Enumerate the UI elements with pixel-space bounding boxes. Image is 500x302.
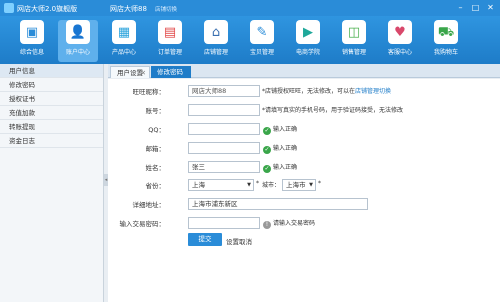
toolbar-label: 电商学院 bbox=[295, 49, 320, 56]
toolbar-label: 客服中心 bbox=[387, 49, 412, 56]
city-select[interactable]: 上海市 ▼ bbox=[282, 179, 316, 191]
sidebar-item-user-info[interactable]: 用户信息 bbox=[0, 64, 103, 78]
app-logo-icon bbox=[4, 3, 14, 13]
city-required-mark: * bbox=[318, 180, 321, 187]
toolbar-label: 综合信息 bbox=[19, 49, 44, 56]
minimize-button[interactable]: – bbox=[455, 2, 466, 13]
toolbar-label: 产品中心 bbox=[111, 49, 136, 56]
row-qq: QQ： ✓ 输入正确 bbox=[108, 123, 500, 135]
province-required-mark: * bbox=[256, 180, 259, 187]
row-wangwang: 旺旺昵称： 网店大师88 *店铺授权旺旺，无法修改，可以在店铺管理切换 bbox=[108, 85, 500, 97]
close-button[interactable]: ✕ bbox=[485, 2, 496, 13]
trade-password-label: 输入交易密码： bbox=[119, 220, 166, 228]
qq-valid-message: ✓ 输入正确 bbox=[263, 124, 297, 135]
toolbar-label: 我购物车 bbox=[433, 49, 458, 56]
shop-name: 网店大师88 bbox=[110, 5, 147, 13]
province-label: 省份： bbox=[145, 182, 166, 190]
chevron-down-icon: ▼ bbox=[309, 182, 313, 188]
toolbar-item-goods[interactable]: ✎ 宝贝管理 bbox=[242, 20, 282, 62]
title-bar: 网店大师2.0旗舰版 网店大师88 店铺切换 – □ ✕ bbox=[0, 0, 500, 16]
cancel-link[interactable]: 设置取消 bbox=[226, 236, 252, 246]
address-field[interactable]: 上海市浦东新区 bbox=[188, 198, 368, 210]
shopping-bag-icon: ◫ bbox=[342, 20, 366, 44]
name-label: 姓名： bbox=[145, 164, 166, 172]
wangwang-field: 网店大师88 bbox=[188, 85, 260, 97]
shop-manage-link[interactable]: 店铺管理切换 bbox=[355, 88, 391, 95]
toolbar-item-account[interactable]: 👤 账户中心 bbox=[58, 20, 98, 62]
toolbar-label: 订单管理 bbox=[157, 49, 182, 56]
tab-user-settings[interactable]: 用户设置 ✕ bbox=[110, 66, 150, 78]
toolbar-item-service[interactable]: ♥ 客服中心 bbox=[380, 20, 420, 62]
tab-close-icon[interactable]: ✕ bbox=[141, 67, 146, 79]
account-note: *请填写真实的手机号码，用于验证码接受，无法修改 bbox=[262, 107, 404, 114]
maximize-button[interactable]: □ bbox=[470, 2, 481, 13]
app-title: 网店大师2.0旗舰版 bbox=[17, 5, 78, 13]
trade-password-hint-text: 请输入交易密码 bbox=[273, 220, 316, 227]
province-select[interactable]: 上海 ▼ bbox=[188, 179, 254, 191]
wangwang-note: *店铺授权旺旺，无法修改，可以在店铺管理切换 bbox=[262, 86, 391, 95]
province-value: 上海 bbox=[192, 181, 205, 189]
toolbar-item-products[interactable]: ▦ 产品中心 bbox=[104, 20, 144, 62]
toolbar-item-cart[interactable]: ⛟ 我购物车 bbox=[426, 20, 466, 62]
tab-label: 用户设置 bbox=[117, 69, 143, 77]
wangwang-note-text: *店铺授权旺旺，无法修改，可以在 bbox=[262, 88, 356, 95]
row-address: 详细地址： 上海市浦东新区 bbox=[108, 198, 500, 210]
user-icon: 👤 bbox=[66, 20, 90, 44]
submit-button[interactable]: 提交 bbox=[188, 233, 222, 246]
row-name: 姓名： 张三 ✓ 输入正确 bbox=[108, 161, 500, 173]
toolbar-label: 店铺管理 bbox=[203, 49, 228, 56]
order-icon: ▤ bbox=[158, 20, 182, 44]
city-label: 城市： bbox=[262, 182, 281, 189]
account-field[interactable] bbox=[188, 104, 260, 116]
toolbar-item-academy[interactable]: ▶ 电商学院 bbox=[288, 20, 328, 62]
video-icon: ▶ bbox=[296, 20, 320, 44]
check-icon: ✓ bbox=[263, 146, 271, 154]
qq-label: QQ： bbox=[148, 126, 165, 134]
user-settings-form: 旺旺昵称： 网店大师88 *店铺授权旺旺，无法修改，可以在店铺管理切换 账号： … bbox=[108, 79, 500, 302]
info-icon: ! bbox=[263, 221, 271, 229]
toolbar-item-overview[interactable]: ▣ 综合信息 bbox=[12, 20, 52, 62]
row-account: 账号： *请填写真实的手机号码，用于验证码接受，无法修改 bbox=[108, 104, 500, 116]
address-label: 详细地址： bbox=[132, 201, 166, 209]
grid-icon: ▦ bbox=[112, 20, 136, 44]
toolbar-label: 销售管理 bbox=[341, 49, 366, 56]
toolbar-item-shop[interactable]: ⌂ 店铺管理 bbox=[196, 20, 236, 62]
qq-valid-text: 输入正确 bbox=[273, 126, 298, 133]
chevron-down-icon: ▼ bbox=[247, 182, 251, 188]
email-valid-text: 输入正确 bbox=[273, 145, 298, 152]
check-icon: ✓ bbox=[263, 127, 271, 135]
tab-change-password[interactable]: 修改密码 bbox=[151, 66, 191, 78]
main-toolbar: ▣ 综合信息 👤 账户中心 ▦ 产品中心 ▤ 订单管理 ⌂ 店铺管理 ✎ 宝贝管… bbox=[0, 16, 500, 64]
toolbar-label: 宝贝管理 bbox=[249, 49, 274, 56]
heart-icon: ♥ bbox=[388, 20, 412, 44]
monitor-icon: ▣ bbox=[20, 20, 44, 44]
cart-icon: ⛟ bbox=[434, 20, 458, 44]
check-icon: ✓ bbox=[263, 165, 271, 173]
name-field[interactable]: 张三 bbox=[188, 161, 260, 173]
toolbar-item-orders[interactable]: ▤ 订单管理 bbox=[150, 20, 190, 62]
toolbar-label: 账户中心 bbox=[65, 49, 90, 56]
shop-switch-link[interactable]: 店铺切换 bbox=[155, 5, 177, 13]
trade-password-hint: ! 请输入交易密码 bbox=[263, 218, 315, 229]
name-valid-message: ✓ 输入正确 bbox=[263, 162, 297, 173]
email-valid-message: ✓ 输入正确 bbox=[263, 143, 297, 154]
trade-password-field[interactable] bbox=[188, 217, 260, 229]
row-trade-password: 输入交易密码： ! 请输入交易密码 bbox=[108, 217, 500, 229]
qq-field[interactable] bbox=[188, 123, 260, 135]
toolbox-icon: ✎ bbox=[250, 20, 274, 44]
name-valid-text: 输入正确 bbox=[273, 164, 298, 171]
email-label: 邮箱： bbox=[145, 145, 166, 153]
row-email: 邮箱： ✓ 输入正确 bbox=[108, 142, 500, 154]
store-icon: ⌂ bbox=[204, 20, 228, 44]
toolbar-item-sales[interactable]: ◫ 销售管理 bbox=[334, 20, 374, 62]
city-value: 上海市 bbox=[286, 181, 306, 189]
account-label: 账号： bbox=[145, 107, 166, 115]
row-region: 省份： 上海 ▼ * 城市： 上海市 ▼ * bbox=[108, 179, 500, 191]
email-field[interactable] bbox=[188, 142, 260, 154]
tab-bar: 用户设置 ✕ 修改密码 bbox=[108, 64, 500, 78]
wangwang-label: 旺旺昵称： bbox=[132, 88, 166, 96]
